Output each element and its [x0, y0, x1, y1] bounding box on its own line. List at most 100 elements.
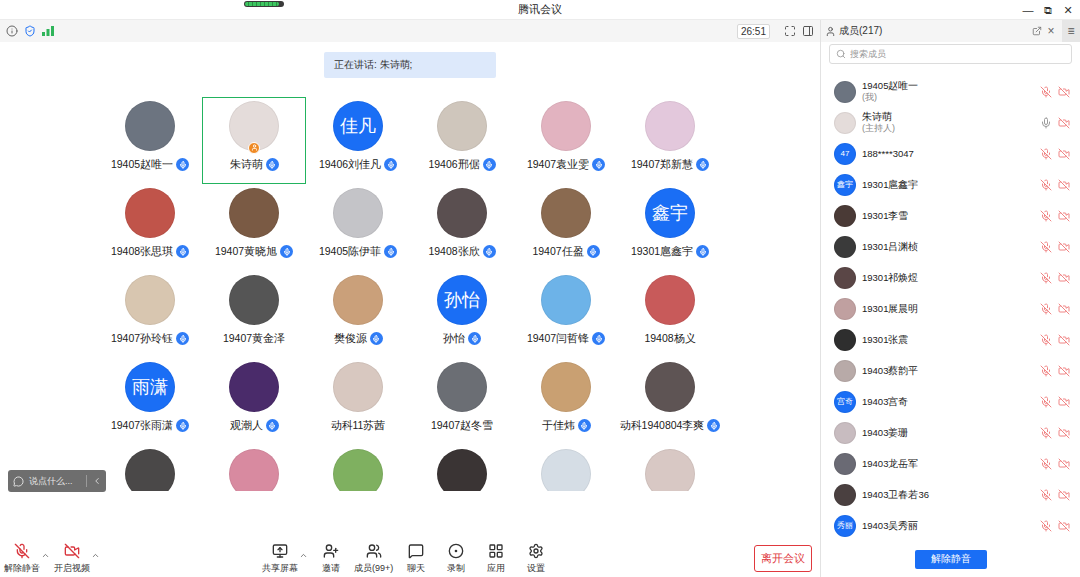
caret[interactable] [91, 543, 100, 564]
video-off-icon[interactable] [1058, 396, 1070, 408]
video-off-icon[interactable] [1058, 86, 1070, 98]
video-off-icon[interactable] [1058, 303, 1070, 315]
share-button[interactable]: 共享屏幕 [262, 543, 308, 575]
shield-icon[interactable] [24, 25, 36, 37]
member-row[interactable]: 19301展晨明 [821, 293, 1080, 324]
chat-button[interactable]: 聊天 [399, 543, 433, 575]
record-button[interactable]: 录制 [439, 543, 473, 575]
apps-button[interactable]: 应用 [479, 543, 513, 575]
video-off-icon[interactable] [1058, 179, 1070, 191]
members-button[interactable]: 成员(99+) [354, 543, 393, 575]
member-row[interactable]: 朱诗萌(主持人) [821, 107, 1080, 138]
mic-off-icon[interactable] [1040, 489, 1052, 501]
mic-off-icon[interactable] [1040, 334, 1052, 346]
participant-tile[interactable]: 动科1940804李爽 [618, 358, 722, 445]
member-row[interactable]: 19403龙岳军 [821, 448, 1080, 479]
participant-tile[interactable]: 于佳炜 [514, 358, 618, 445]
settings-button[interactable]: 设置 [519, 543, 553, 575]
video-off-icon[interactable] [1058, 489, 1070, 501]
video-off-icon[interactable] [1058, 272, 1070, 284]
participant-tile[interactable] [98, 445, 202, 491]
search-input[interactable] [850, 49, 1065, 59]
participant-tile[interactable]: 动科11苏茜 [306, 358, 410, 445]
participant-tile[interactable] [618, 445, 722, 491]
mic-off-icon[interactable] [1040, 396, 1052, 408]
video-off-icon[interactable] [1058, 365, 1070, 377]
mic-off-icon[interactable] [1040, 427, 1052, 439]
participant-tile[interactable] [202, 445, 306, 491]
window-control-button[interactable]: ✕ [1060, 1, 1076, 19]
participant-tile[interactable]: 19407黄晓旭 [202, 184, 306, 271]
mic-off-icon[interactable] [1040, 303, 1052, 315]
menu-button[interactable]: ≡ [1062, 20, 1080, 42]
video-off-icon[interactable] [1058, 210, 1070, 222]
window-control-button[interactable]: ⧉ [1040, 1, 1056, 19]
participant-tile[interactable]: 观潮人 [202, 358, 306, 445]
video-off-icon[interactable] [1058, 427, 1070, 439]
participant-tile[interactable]: 19408张思琪 [98, 184, 202, 271]
participant-tile[interactable]: 19407赵冬雪 [410, 358, 514, 445]
window-control-button[interactable]: — [1020, 1, 1036, 19]
video-off-icon[interactable] [1058, 241, 1070, 253]
participant-tile[interactable]: 朱诗萌 [202, 97, 306, 184]
invite-button[interactable]: 邀请 [314, 543, 348, 575]
video-button[interactable]: 开启视频 [54, 543, 100, 575]
collapse-icon[interactable] [92, 476, 102, 486]
participant-tile[interactable]: 19407黄金泽 [202, 271, 306, 358]
video-off-icon[interactable] [1058, 520, 1070, 532]
unmute-all-button[interactable]: 解除静音 [915, 550, 987, 569]
caret[interactable] [299, 543, 308, 564]
member-row[interactable]: 19301李雪 [821, 200, 1080, 231]
participant-tile[interactable]: 樊俊源 [306, 271, 410, 358]
member-row[interactable]: 19301张震 [821, 324, 1080, 355]
popout-icon[interactable] [1032, 26, 1042, 36]
mic-button[interactable]: 解除静音 [4, 543, 50, 575]
member-row[interactable]: 19405赵唯一(我) [821, 76, 1080, 107]
participant-tile[interactable]: 19405赵唯一 [98, 97, 202, 184]
participant-tile[interactable]: 19407袁业雯 [514, 97, 618, 184]
participant-tile[interactable]: 19407郑新慧 [618, 97, 722, 184]
fullscreen-icon[interactable] [784, 25, 796, 37]
mic-off-icon[interactable] [1040, 520, 1052, 532]
participant-tile[interactable]: 佳凡19406刘佳凡 [306, 97, 410, 184]
member-row[interactable]: 秀丽19403吴秀丽 [821, 510, 1080, 541]
participant-tile[interactable]: 19406邢倨 [410, 97, 514, 184]
video-off-icon[interactable] [1058, 458, 1070, 470]
participant-tile[interactable]: 19407闫哲锋 [514, 271, 618, 358]
member-row[interactable]: 19301祁焕煜 [821, 262, 1080, 293]
mic-off-icon[interactable] [1040, 86, 1052, 98]
video-off-icon[interactable] [1058, 117, 1070, 129]
participant-tile[interactable]: 孙怡孙怡 [410, 271, 514, 358]
participant-tile[interactable] [306, 445, 410, 491]
member-row[interactable]: 19403姜珊 [821, 417, 1080, 448]
mic-off-icon[interactable] [1040, 272, 1052, 284]
info-icon[interactable] [6, 25, 18, 37]
member-row[interactable]: 19403卫春若36 [821, 479, 1080, 510]
video-off-icon[interactable] [1058, 148, 1070, 160]
participant-tile[interactable] [410, 445, 514, 491]
mic-off-icon[interactable] [1040, 365, 1052, 377]
mic-off-icon[interactable] [1040, 458, 1052, 470]
mic-off-icon[interactable] [1040, 210, 1052, 222]
member-row[interactable]: 宫奇19403宫奇 [821, 386, 1080, 417]
video-off-icon[interactable] [1058, 334, 1070, 346]
leave-button[interactable]: 离开会议 [754, 545, 812, 572]
sidebar-toggle-icon[interactable] [802, 25, 814, 37]
participant-tile[interactable] [514, 445, 618, 491]
participant-tile[interactable]: 鑫宇19301扈鑫宇 [618, 184, 722, 271]
participant-tile[interactable]: 19407任盈 [514, 184, 618, 271]
member-row[interactable]: 鑫宇19301扈鑫宇 [821, 169, 1080, 200]
close-button[interactable]: × [1045, 24, 1057, 38]
mic-off-icon[interactable] [1040, 179, 1052, 191]
participant-tile[interactable]: 雨潇19407张雨潇 [98, 358, 202, 445]
member-row[interactable]: 19301吕渊桢 [821, 231, 1080, 262]
member-row[interactable]: 47188****3047 [821, 138, 1080, 169]
chat-input[interactable]: 说点什么... [8, 470, 106, 492]
participant-tile[interactable]: 19408杨义 [618, 271, 722, 358]
participant-tile[interactable]: 19408张欣 [410, 184, 514, 271]
caret[interactable] [41, 543, 50, 564]
mic-off-icon[interactable] [1040, 241, 1052, 253]
participant-tile[interactable]: 19405陈伊菲 [306, 184, 410, 271]
participant-tile[interactable]: 19407孙玲钰 [98, 271, 202, 358]
mic-off-icon[interactable] [1040, 148, 1052, 160]
